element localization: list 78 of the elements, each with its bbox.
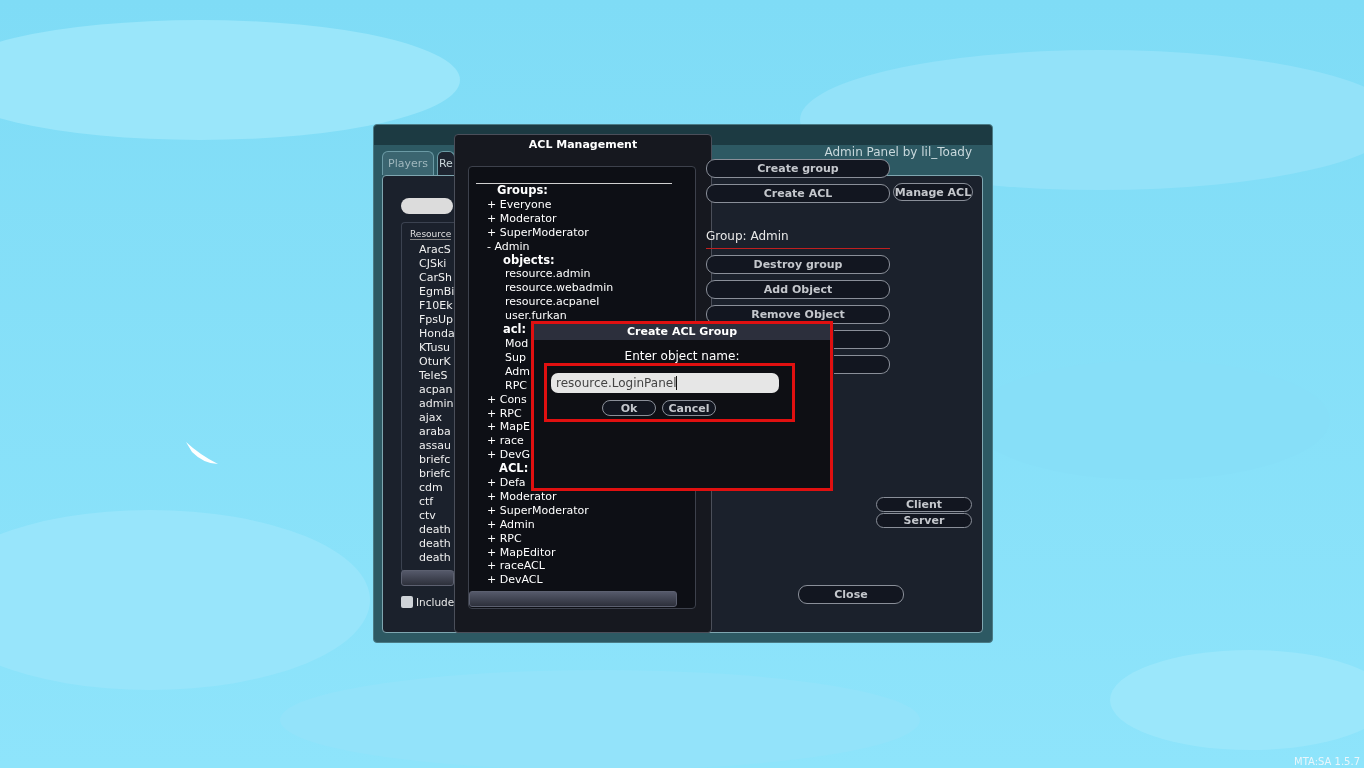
tree-item[interactable]: resource.webadmin bbox=[505, 281, 614, 296]
tree-item[interactable]: + Admin bbox=[487, 517, 535, 532]
tree-item[interactable]: + MapE bbox=[487, 420, 530, 435]
dialog-button[interactable]: Ok bbox=[602, 400, 656, 416]
resource-item[interactable]: admin bbox=[419, 397, 454, 411]
button-edge[interactable] bbox=[834, 355, 890, 374]
close-button[interactable]: Close bbox=[798, 585, 904, 604]
tree-item[interactable]: + Moderator bbox=[487, 489, 557, 504]
resource-item[interactable]: acpan bbox=[419, 383, 453, 397]
tree-item[interactable]: + DevG bbox=[487, 448, 530, 463]
resource-item[interactable]: CarSh bbox=[419, 271, 452, 285]
tree-heading: objects: bbox=[503, 253, 555, 268]
panel-credit: Admin Panel by lil_Toady bbox=[824, 145, 972, 159]
tree-heading: ACL: bbox=[499, 462, 529, 477]
prompt-text: Enter object name: bbox=[624, 349, 740, 363]
scrollbar[interactable] bbox=[469, 591, 677, 607]
resource-item[interactable]: ctv bbox=[419, 509, 436, 523]
resource-item[interactable]: cdm bbox=[419, 481, 443, 495]
checkbox[interactable] bbox=[401, 596, 413, 608]
tree-item[interactable]: + race bbox=[487, 434, 524, 449]
resource-item[interactable]: EgmBi bbox=[419, 285, 455, 299]
tree-heading: Groups: bbox=[497, 184, 548, 198]
resource-item[interactable]: death bbox=[419, 537, 451, 551]
resource-item[interactable]: araba bbox=[419, 425, 451, 439]
dialog-button[interactable]: Cancel bbox=[662, 400, 716, 416]
input-field[interactable]: resource.LoginPanel bbox=[551, 373, 779, 393]
resource-item[interactable]: F10Ek bbox=[419, 299, 453, 313]
group-heading: Group: Admin bbox=[706, 229, 790, 243]
acl-button[interactable]: Create ACL bbox=[706, 184, 890, 203]
tree-item[interactable]: + Moderator bbox=[487, 211, 557, 226]
tree-item[interactable]: resource.admin bbox=[505, 267, 591, 282]
tree-heading: acl: bbox=[503, 323, 527, 337]
window-title: ACL Management bbox=[527, 137, 639, 153]
tree-item[interactable]: + Cons bbox=[487, 392, 527, 407]
tree-item[interactable]: + RPC bbox=[487, 406, 522, 421]
resource-item[interactable]: briefc bbox=[419, 467, 451, 481]
resource-item[interactable]: assau bbox=[419, 439, 451, 453]
button-edge[interactable] bbox=[834, 330, 890, 349]
resource-item[interactable]: AracS bbox=[419, 243, 451, 257]
resource-item[interactable]: ctf bbox=[419, 495, 434, 509]
acl-button[interactable]: Create group bbox=[706, 159, 890, 178]
tree-item[interactable]: + RPC bbox=[487, 531, 522, 546]
scrollbar[interactable] bbox=[401, 570, 454, 586]
resource-item[interactable]: Honda bbox=[419, 327, 455, 341]
tree-item[interactable]: + Everyone bbox=[487, 197, 552, 212]
resource-item[interactable]: death bbox=[419, 523, 451, 537]
resource-item[interactable]: KTusu bbox=[419, 341, 451, 355]
resource-item[interactable]: TeleS bbox=[419, 369, 448, 383]
resource-item[interactable]: FpsUp bbox=[419, 313, 454, 327]
resource-item[interactable]: CJSki bbox=[419, 257, 447, 271]
tree-item[interactable]: + DevACL bbox=[487, 573, 543, 588]
acl-button[interactable]: Destroy group bbox=[706, 255, 890, 274]
tab[interactable]: Re bbox=[436, 151, 455, 175]
tree-item[interactable]: + SuperModerator bbox=[487, 225, 589, 240]
run-button[interactable]: Server bbox=[876, 513, 972, 528]
tree-item[interactable]: resource.acpanel bbox=[505, 295, 600, 310]
dialog-title: Create ACL Group bbox=[534, 324, 830, 340]
tree-item[interactable]: Adm bbox=[505, 364, 531, 379]
resource-item[interactable]: ajax bbox=[419, 411, 443, 425]
resource-item[interactable]: OturK bbox=[419, 355, 451, 369]
resource-item[interactable]: briefc bbox=[419, 453, 451, 467]
tree-item[interactable]: RPC bbox=[505, 378, 527, 393]
search-field[interactable] bbox=[401, 198, 453, 214]
checkbox-label: Include bbox=[416, 596, 455, 608]
tree-item[interactable]: + SuperModerator bbox=[487, 503, 589, 518]
tree-item[interactable]: + MapEditor bbox=[487, 545, 556, 560]
manage-acl-button[interactable]: Manage ACL bbox=[893, 183, 973, 201]
acl-button[interactable]: Add Object bbox=[706, 280, 890, 299]
tree-item[interactable]: Mod bbox=[505, 336, 529, 351]
resource-item[interactable]: death bbox=[419, 551, 451, 565]
tree-item[interactable]: - Admin bbox=[487, 239, 530, 254]
tree-item[interactable]: Sup bbox=[505, 350, 526, 365]
tree-item[interactable]: + Defa bbox=[487, 476, 526, 490]
tree-item[interactable]: user.furkan bbox=[505, 309, 567, 324]
tree-item[interactable]: + raceACL bbox=[487, 559, 545, 574]
column-header: Resource bbox=[410, 229, 452, 240]
run-button[interactable]: Client bbox=[876, 497, 972, 512]
version-text: MTA:SA 1.5.7 bbox=[1294, 756, 1360, 767]
